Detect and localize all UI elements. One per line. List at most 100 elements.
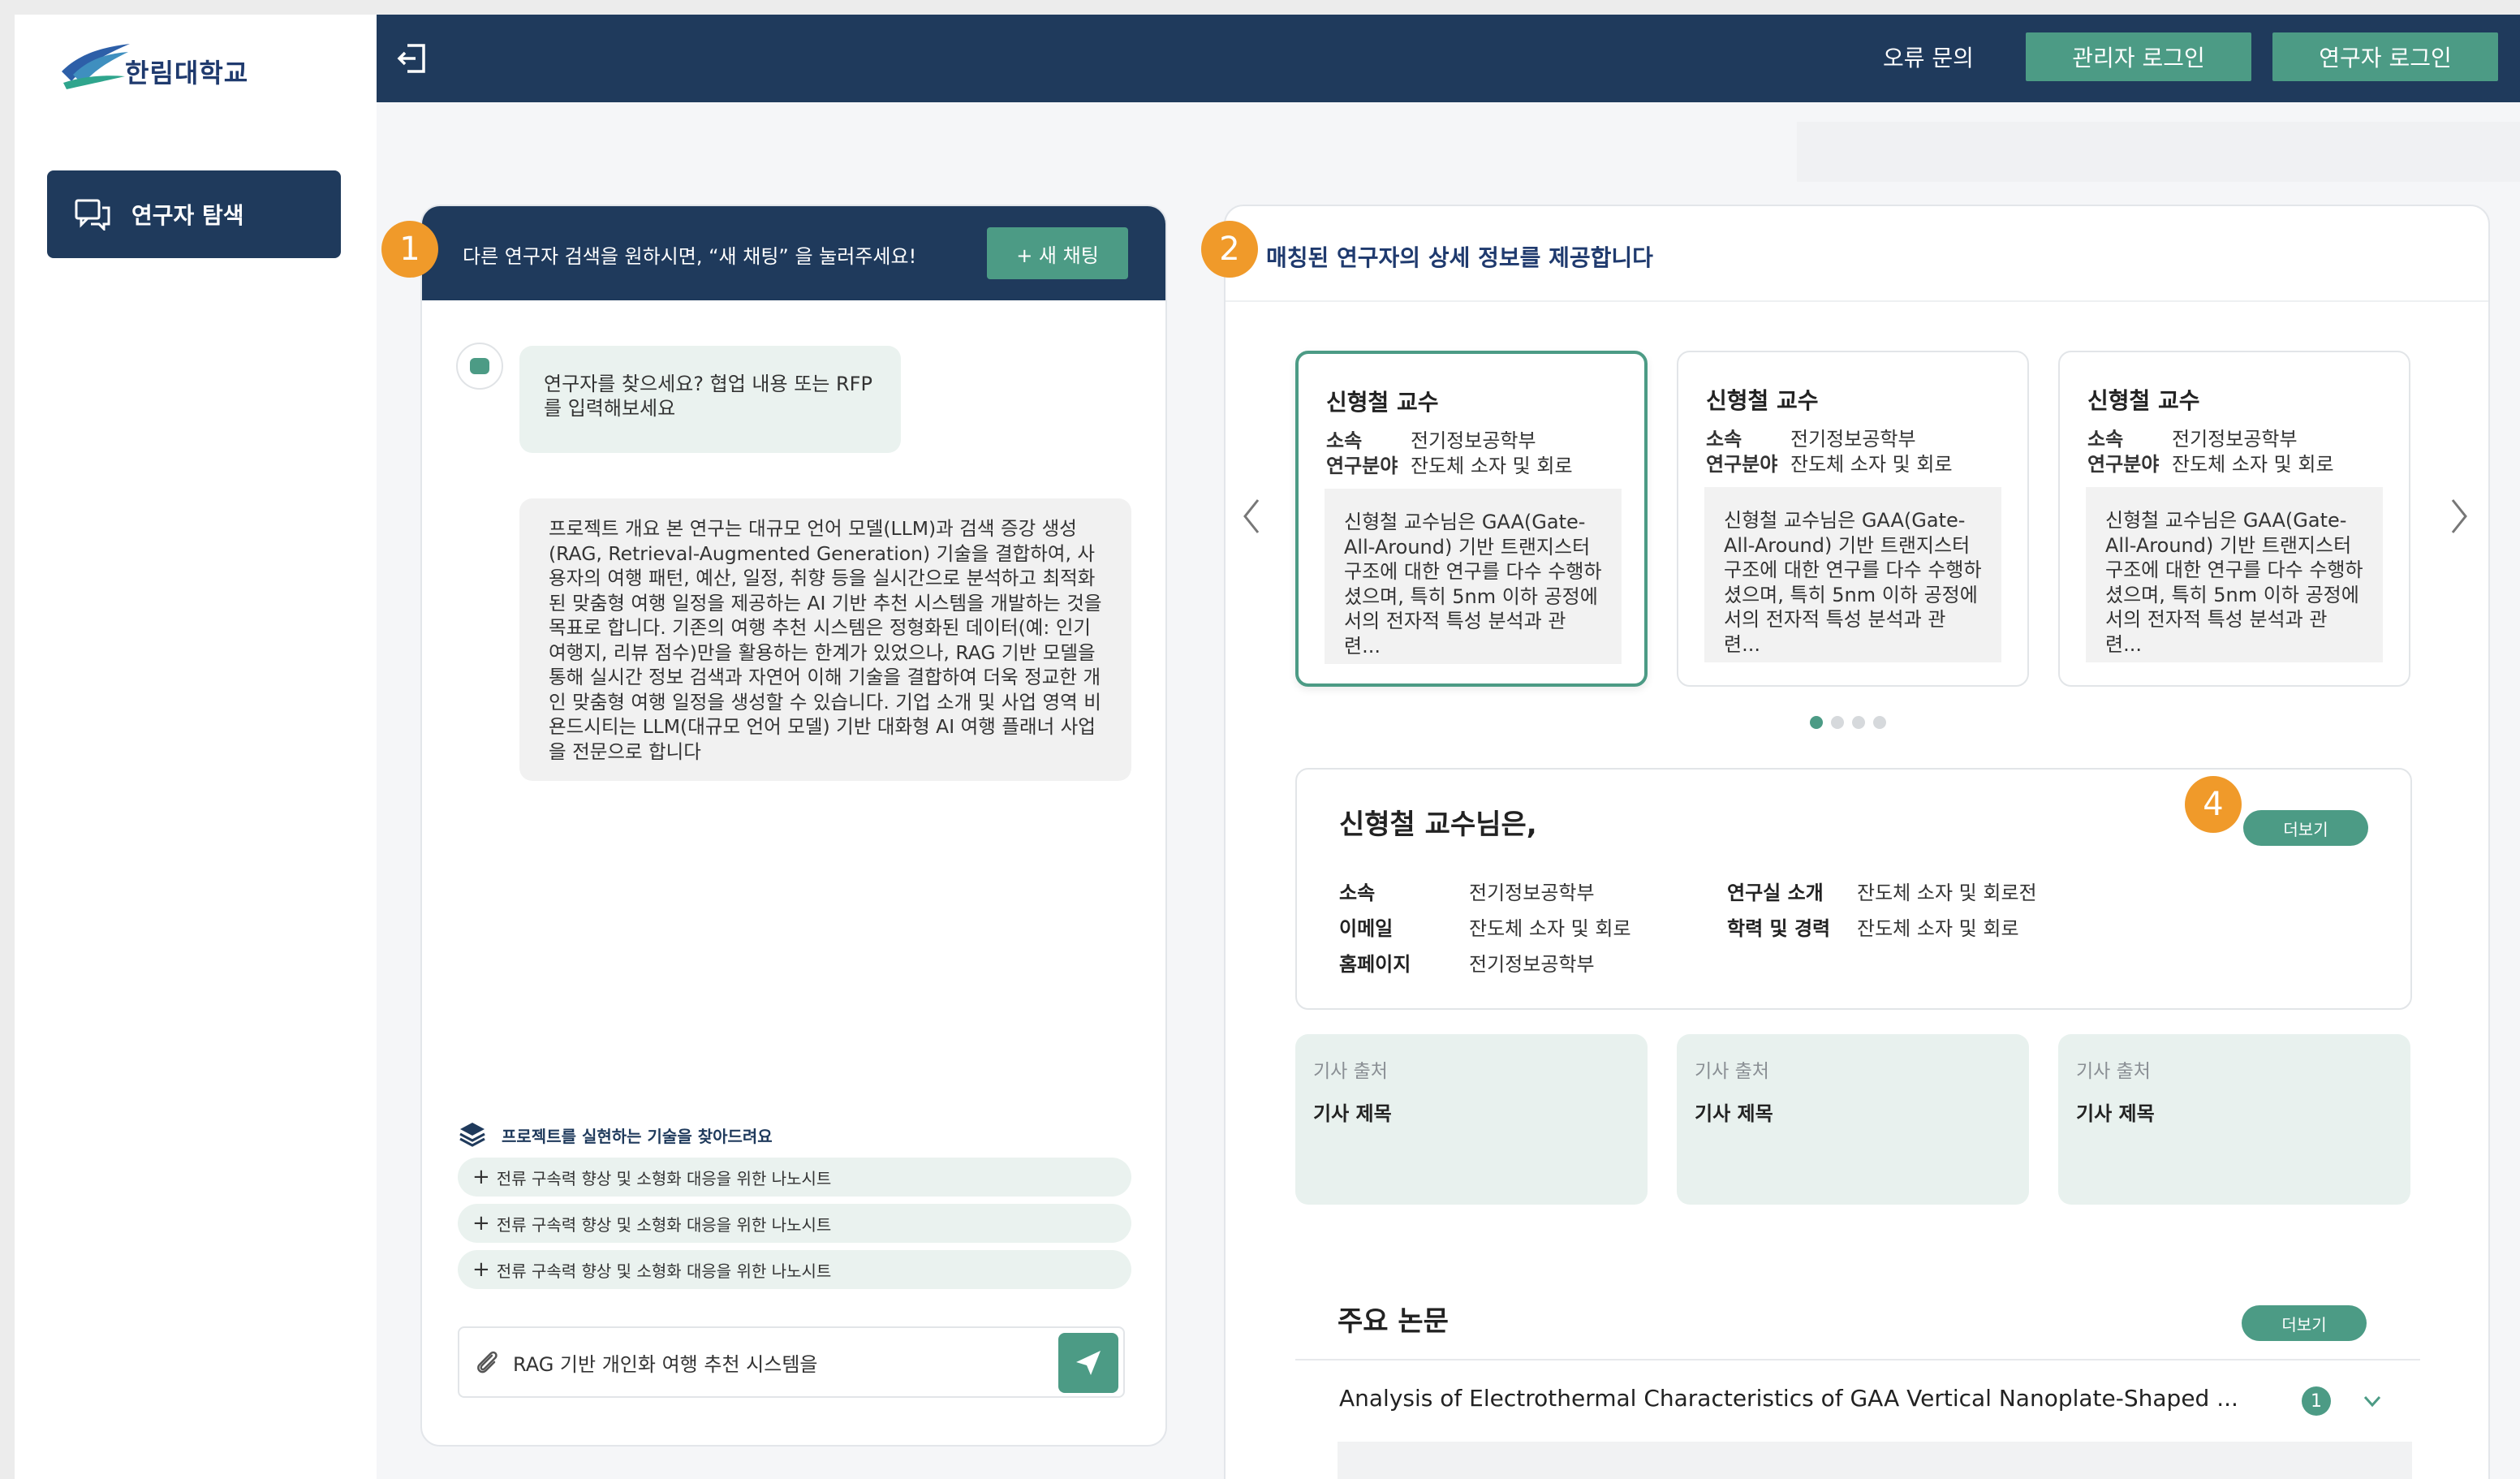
article-source: 기사 출처 [1695,1061,1769,1082]
layers-icon [459,1123,485,1147]
profile-fields-left: 소속 전기정보공학부 이메일 잔도체 소자 및 회로 홈페이지 전기정보공학부 [1339,875,1631,982]
profile-fields-right: 연구실 소개 잔도체 소자 및 회로전 학력 및 경력 잔도체 소자 및 회로 [1727,875,2037,946]
send-button[interactable] [1058,1333,1118,1393]
carousel-pagination [1810,716,1886,729]
chat-header-message: 다른 연구자 검색을 원하시면, “새 채팅” 을 눌러주세요! [463,245,917,268]
step-badge: 4 [2185,776,2242,833]
admin-login-button[interactable]: 관리자 로그인 [2026,32,2251,81]
article-source: 기사 출처 [1313,1061,1388,1082]
pagination-dot[interactable] [1873,716,1886,729]
error-report-link[interactable]: 오류 문의 [1883,41,1974,73]
top-header: 오류 문의 관리자 로그인 연구자 로그인 [377,15,2520,102]
paper-detail [1338,1442,2412,1479]
paper-count-badge: 1 [2302,1386,2331,1416]
chat-input-box [458,1326,1125,1398]
pagination-dot-active[interactable] [1810,716,1823,729]
lab-value: 잔도체 소자 및 회로전 [1857,882,2037,904]
field-label: 연구분야 [1326,455,1398,477]
article-card[interactable]: 기사 출처 기사 제목 [1677,1034,2029,1205]
tech-item-label: 전류 구속력 향상 및 소형화 대응을 위한 나노시트 [496,1168,832,1188]
profile-title: 신형철 교수님은, [1339,808,1537,841]
researcher-meta: 소속 전기정보공학부 연구분야 잔도체 소자 및 회로 [1706,427,1953,477]
researcher-name: 신형철 교수 [2087,387,2200,414]
researcher-profile: 신형철 교수님은, 더보기 소속 전기정보공학부 이메일 잔도체 소자 및 회로 홈… [1295,768,2412,1010]
step-badge: 2 [1201,221,1258,278]
field-value: 잔도체 소자 및 회로 [1790,453,1953,476]
researcher-meta: 소속 전기정보공학부 연구분야 잔도체 소자 및 회로 [1326,429,1573,479]
bot-chat-icon [470,358,489,374]
sidebar-item-researcher-search[interactable]: 연구자 탐색 [47,170,341,258]
researcher-card[interactable]: 신형철 교수 소속 전기정보공학부 연구분야 잔도체 소자 및 회로 신형철 교수님… [1295,351,1648,687]
plus-icon: + [472,1165,490,1189]
researcher-card[interactable]: 신형철 교수 소속 전기정보공학부 연구분야 잔도체 소자 및 회로 신형철 교수님… [1677,351,2029,687]
tech-title-text: 프로젝트를 실현하는 기술을 찾아드려요 [502,1126,773,1146]
divider [1295,1359,2420,1360]
plus-icon: + [472,1211,490,1235]
tech-item-label: 전류 구속력 향상 및 소형화 대응을 위한 나노시트 [496,1214,832,1235]
attachment-icon[interactable] [472,1347,502,1377]
homepage-label: 홈페이지 [1339,953,1411,976]
detail-title: 매칭된 연구자의 상세 정보를 제공합니다 [1266,244,1653,271]
affiliation-label: 소속 [1706,428,1742,451]
app-frame: 한림대학교 연구자 탐색 오류 문의 관리자 로그인 연구자 로그인 다른 연구… [15,15,2520,1479]
brand-name: 한림대학교 [125,58,249,88]
career-label: 학력 및 경력 [1727,917,1831,940]
user-message: 프로젝트 개요 본 연구는 대규모 언어 모델(LLM)과 검색 증강 생성(R… [519,498,1131,781]
affiliation-label: 소속 [1326,429,1363,452]
chat-panel: 다른 연구자 검색을 원하시면, “새 채팅” 을 눌러주세요! + 새 채팅 … [420,205,1167,1447]
article-card[interactable]: 기사 출처 기사 제목 [1295,1034,1648,1205]
researcher-meta: 소속 전기정보공학부 연구분야 잔도체 소자 및 회로 [2087,427,2334,477]
article-title: 기사 제목 [2076,1102,2155,1125]
email-label: 이메일 [1339,917,1394,940]
researcher-login-button[interactable]: 연구자 로그인 [2272,32,2498,81]
affiliation-label: 소속 [1339,882,1376,904]
article-card[interactable]: 기사 출처 기사 제목 [2058,1034,2410,1205]
carousel-next-icon[interactable] [2443,492,2475,541]
field-value: 잔도체 소자 및 회로 [1411,455,1573,477]
field-label: 연구분야 [2087,453,2160,476]
lab-label: 연구실 소개 [1727,882,1824,904]
chat-message-input[interactable] [513,1351,1032,1373]
career-value: 잔도체 소자 및 회로 [1857,917,2019,940]
field-label: 연구분야 [1706,453,1778,476]
researcher-card[interactable]: 신형철 교수 소속 전기정보공학부 연구분야 잔도체 소자 및 회로 신형철 교수님… [2058,351,2410,687]
logout-icon[interactable] [394,41,430,76]
papers-title: 주요 논문 [1338,1305,1449,1338]
researcher-detail-panel: 매칭된 연구자의 상세 정보를 제공합니다 신형철 교수 소속 전기정보공학부 연… [1224,205,2490,1479]
pagination-dot[interactable] [1852,716,1865,729]
paper-title[interactable]: Analysis of Electrothermal Characteristi… [1339,1385,2238,1412]
email-value: 잔도체 소자 및 회로 [1469,917,1631,940]
affiliation-value: 전기정보공학부 [1411,429,1536,452]
placeholder-area [1797,122,2520,182]
detail-header: 매칭된 연구자의 상세 정보를 제공합니다 [1226,206,2488,302]
step-badge: 1 [381,221,438,278]
plus-icon: + [472,1257,490,1282]
affiliation-value: 전기정보공학부 [2172,428,2298,451]
tech-item[interactable]: + 전류 구속력 향상 및 소형화 대응을 위한 나노시트 [458,1204,1131,1243]
brand-logo[interactable]: 한림대학교 [55,28,299,101]
pagination-dot[interactable] [1831,716,1844,729]
tech-item[interactable]: + 전류 구속력 향상 및 소형화 대응을 위한 나노시트 [458,1158,1131,1197]
article-source: 기사 출처 [2076,1061,2151,1082]
tech-recommendation-title: 프로젝트를 실현하는 기술을 찾아드려요 [458,1120,773,1149]
profile-more-button[interactable]: 더보기 [2243,810,2368,846]
carousel-prev-icon[interactable] [1235,492,1268,541]
researcher-abstract: 신형철 교수님은 GAA(Gate-All-Around) 기반 트랜지스터 구… [1704,487,2001,662]
affiliation-label: 소속 [2087,428,2124,451]
chat-header: 다른 연구자 검색을 원하시면, “새 채팅” 을 눌러주세요! + 새 채팅 [422,206,1165,300]
article-title: 기사 제목 [1313,1102,1392,1125]
tech-item[interactable]: + 전류 구속력 향상 및 소형화 대응을 위한 나노시트 [458,1250,1131,1289]
new-chat-button[interactable]: + 새 채팅 [987,227,1128,279]
article-title: 기사 제목 [1695,1102,1773,1125]
bot-message: 연구자를 찾으세요? 협업 내용 또는 RFP를 입력해보세요 [519,346,901,453]
tech-item-label: 전류 구속력 향상 및 소형화 대응을 위한 나노시트 [496,1261,832,1281]
homepage-value: 전기정보공학부 [1469,953,1595,976]
send-icon [1076,1351,1101,1375]
affiliation-value: 전기정보공학부 [1469,882,1595,904]
researcher-abstract: 신형철 교수님은 GAA(Gate-All-Around) 기반 트랜지스터 구… [2086,487,2383,662]
researcher-name: 신형철 교수 [1326,389,1439,416]
tech-list: + 전류 구속력 향상 및 소형화 대응을 위한 나노시트 + 전류 구속력 향상 … [458,1158,1131,1296]
papers-more-button[interactable]: 더보기 [2242,1305,2367,1341]
chevron-down-icon[interactable] [2358,1390,2386,1412]
affiliation-value: 전기정보공학부 [1790,428,1916,451]
